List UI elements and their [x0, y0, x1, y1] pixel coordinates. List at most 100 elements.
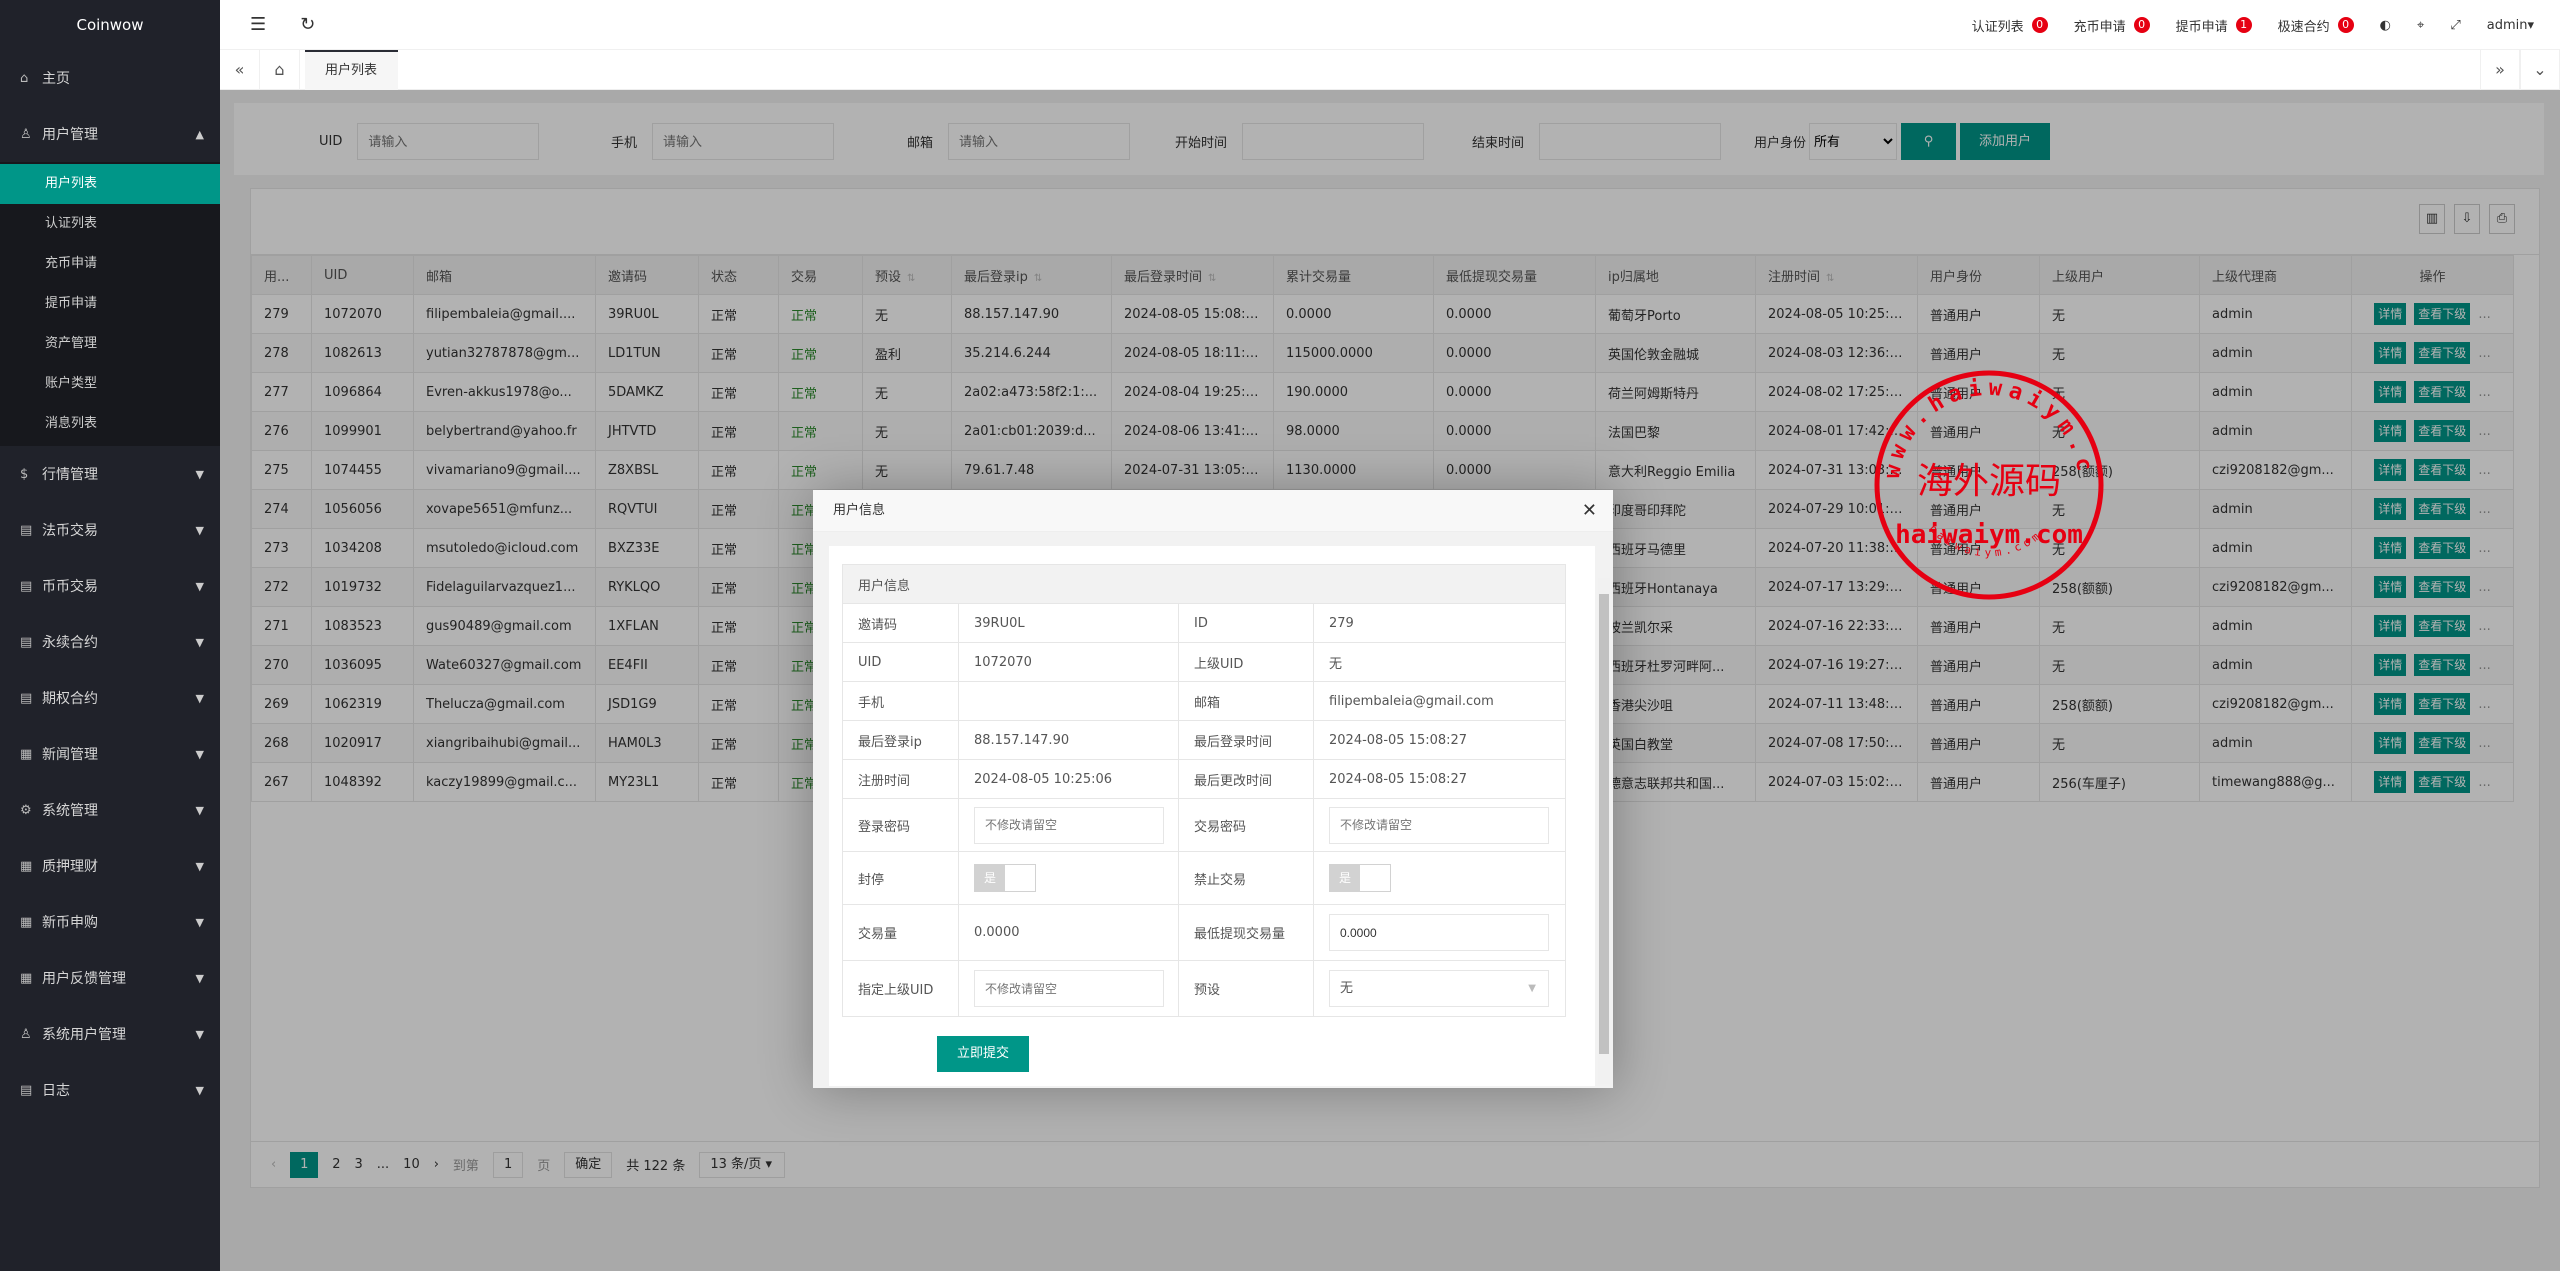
sidebar-item-user-management[interactable]: ♙ 用户管理 ▲: [0, 106, 220, 162]
sidebar-group[interactable]: ▦ 新币申购 ▼: [0, 894, 220, 950]
news-icon: ▦: [20, 914, 33, 930]
label: 币币交易: [42, 579, 98, 595]
uid-value: 1072070: [958, 642, 1179, 682]
home-tab-icon[interactable]: ⌂: [260, 50, 300, 90]
sidebar-group[interactable]: ▤ 法币交易 ▼: [0, 502, 220, 558]
label: 期权合约: [42, 691, 98, 707]
user-info-form: 用户信息 邀请码 39RU0L ID 279 UID 1072070 上级UID 无 手机邮…: [841, 564, 1567, 1017]
label: 预设: [1178, 960, 1314, 1017]
notice-link[interactable]: 极速合约 0: [2278, 16, 2354, 35]
chevron-down-icon[interactable]: ⌄: [2520, 50, 2560, 90]
sidebar-group[interactable]: ▦ 质押理财 ▼: [0, 838, 220, 894]
label: 用户反馈管理: [42, 971, 126, 987]
preset-select[interactable]: 无 ▼: [1329, 970, 1549, 1007]
trade-password-input[interactable]: [1329, 806, 1549, 844]
submit-button[interactable]: 立即提交: [937, 1036, 1029, 1072]
label: 交易密码: [1178, 798, 1314, 852]
label: 新币申购: [42, 915, 98, 931]
caret-down-icon: ▼: [195, 691, 204, 705]
notice-badge: 0: [2337, 17, 2354, 33]
toggle-text: 是: [975, 865, 1005, 891]
notice-link[interactable]: 提币申请 1: [2176, 16, 2252, 35]
home-icon: ⌂: [20, 70, 29, 86]
sidebar-group[interactable]: ⚙ 系统管理 ▼: [0, 782, 220, 838]
dollar-icon: $: [20, 466, 29, 482]
label: 质押理财: [42, 859, 98, 875]
doc-icon: ▤: [20, 634, 33, 650]
sidebar-subitem[interactable]: 充币申请: [0, 244, 220, 284]
tag-icon[interactable]: ⌖: [2417, 18, 2424, 33]
min-withdraw-input[interactable]: [1329, 914, 1549, 951]
user-menu[interactable]: admin ▾: [2487, 18, 2534, 33]
tab-user-list[interactable]: 用户列表✕: [305, 50, 398, 115]
caret-down-icon: ▾: [2527, 17, 2534, 33]
user-info-modal: 用户信息 ✕ 用户信息 邀请码 39RU0L ID 279 UID 1072070 上级UI…: [813, 490, 1613, 1088]
notice-badge: 0: [2031, 17, 2048, 33]
doc-icon: ▤: [20, 1082, 33, 1098]
preset-value: 无: [1340, 981, 1354, 996]
no-trade-toggle[interactable]: 是: [1329, 864, 1391, 892]
login-password-input[interactable]: [974, 806, 1164, 844]
menu-collapse-icon[interactable]: ☰: [250, 14, 266, 35]
sidebar-group[interactable]: ▤ 币币交易 ▼: [0, 558, 220, 614]
caret-down-icon: ▼: [195, 1083, 204, 1097]
user-icon: ♙: [20, 126, 32, 142]
sidebar-group[interactable]: ▤ 永续合约 ▼: [0, 614, 220, 670]
sidebar-group[interactable]: ▦ 用户反馈管理 ▼: [0, 950, 220, 1006]
sidebar-subitem[interactable]: 资产管理: [0, 324, 220, 364]
news-icon: ▦: [20, 858, 33, 874]
news-icon: ▦: [20, 746, 33, 762]
ban-toggle[interactable]: 是: [974, 864, 1036, 892]
sidebar-group[interactable]: ▦ 新闻管理 ▼: [0, 726, 220, 782]
modal-scrollbar[interactable]: [1598, 578, 1610, 1084]
fullscreen-icon[interactable]: ⤢: [2450, 18, 2460, 33]
scroll-left-icon[interactable]: «: [220, 50, 260, 90]
sidebar-subitem[interactable]: 提币申请: [0, 284, 220, 324]
doc-icon: ▤: [20, 578, 33, 594]
label: 用户管理: [42, 127, 98, 143]
caret-down-icon: ▼: [195, 635, 204, 649]
caret-down-icon: ▼: [195, 523, 204, 537]
parent-uid-input[interactable]: [974, 970, 1164, 1007]
label: UID: [842, 642, 959, 682]
phone-value: [958, 681, 1179, 721]
sidebar-subitem[interactable]: 账户类型: [0, 364, 220, 404]
sidebar-group[interactable]: ♙ 系统用户管理 ▼: [0, 1006, 220, 1062]
section-title: 用户信息: [841, 564, 1567, 604]
toggle-text: 是: [1330, 865, 1360, 891]
sidebar-subitem[interactable]: 用户列表: [0, 164, 220, 204]
label: 封停: [842, 851, 959, 905]
scroll-right-icon[interactable]: »: [2480, 50, 2520, 90]
submenu: 用户列表 认证列表 充币申请 提币申请 资产管理 账户类型 消息列表: [0, 162, 220, 446]
label: 交易量: [842, 904, 959, 961]
sidebar-group[interactable]: ▤ 日志 ▼: [0, 1062, 220, 1118]
caret-down-icon: ▼: [195, 915, 204, 929]
notice-link[interactable]: 充币申请 0: [2074, 16, 2150, 35]
email-value: filipembaleia@gmail.com: [1312, 681, 1567, 721]
theme-icon[interactable]: ◐: [2380, 18, 2391, 33]
label: 主页: [42, 71, 70, 87]
logo: Coinwow: [76, 16, 144, 34]
last-ip-value: 88.157.147.90: [958, 720, 1179, 760]
label: 登录密码: [842, 798, 959, 852]
sidebar-group[interactable]: $ 行情管理 ▼: [0, 446, 220, 502]
label: 邀请码: [842, 603, 959, 643]
caret-up-icon: ▲: [195, 127, 204, 141]
refresh-icon[interactable]: ↻: [300, 14, 315, 35]
update-time-value: 2024-08-05 15:08:27: [1312, 759, 1567, 799]
sidebar-subitem[interactable]: 消息列表: [0, 404, 220, 444]
notice-link[interactable]: 认证列表 0: [1972, 16, 2048, 35]
sidebar-item-home[interactable]: ⌂ 主页: [0, 50, 220, 106]
sidebar-group[interactable]: ▤ 期权合约 ▼: [0, 670, 220, 726]
label: ID: [1178, 603, 1314, 643]
close-icon[interactable]: ✕: [1582, 490, 1597, 532]
tab-bar: « ⌂ 用户列表✕ » ⌄: [220, 50, 2560, 115]
notice-badge: 0: [2133, 17, 2150, 33]
label: 最后登录时间: [1178, 720, 1314, 760]
sidebar-subitem[interactable]: 认证列表: [0, 204, 220, 244]
caret-down-icon: ▼: [195, 579, 204, 593]
caret-down-icon: ▼: [195, 747, 204, 761]
caret-down-icon: ▼: [195, 467, 204, 481]
label: 禁止交易: [1178, 851, 1314, 905]
users-icon: ♙: [20, 1026, 32, 1042]
